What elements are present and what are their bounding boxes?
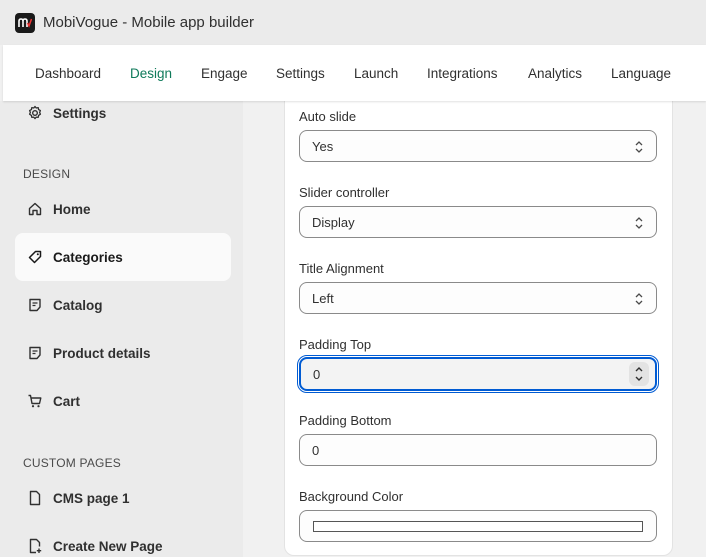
sidebar: Settings DESIGN Home Categories Catalog … xyxy=(0,101,243,557)
sidebar-item-label: Cart xyxy=(53,393,81,409)
padding-top-label: Padding Top xyxy=(299,337,372,352)
note-icon xyxy=(27,297,43,313)
tab-language[interactable]: Language xyxy=(611,66,671,81)
auto-slide-select[interactable]: Yes xyxy=(299,130,657,162)
slider-controller-select[interactable]: Display xyxy=(299,206,657,238)
tag-icon xyxy=(27,249,43,265)
auto-slide-label: Auto slide xyxy=(299,109,357,124)
gear-icon xyxy=(27,105,43,121)
section-custom-pages-heading: CUSTOM PAGES xyxy=(23,456,121,470)
section-design-heading: DESIGN xyxy=(23,167,71,181)
sidebar-item-label: Categories xyxy=(53,249,123,265)
auto-slide-value: Yes xyxy=(312,138,334,154)
sidebar-item-product-details[interactable]: Product details xyxy=(15,329,231,377)
select-chevron-icon xyxy=(634,291,644,307)
tab-engage[interactable]: Engage xyxy=(201,66,248,81)
padding-top-value: 0 xyxy=(313,366,321,382)
sidebar-item-cart[interactable]: Cart xyxy=(15,377,231,425)
title-bar: MobiVogue - Mobile app builder xyxy=(0,0,706,45)
sidebar-item-label: Product details xyxy=(53,345,151,361)
padding-bottom-input[interactable]: 0 xyxy=(299,434,657,466)
select-chevron-icon xyxy=(634,139,644,155)
sidebar-item-categories[interactable]: Categories xyxy=(15,233,231,281)
chevron-up-icon xyxy=(635,367,643,372)
title-alignment-value: Left xyxy=(312,290,334,306)
color-swatch xyxy=(313,521,643,532)
tab-dashboard[interactable]: Dashboard xyxy=(35,66,101,81)
padding-bottom-value: 0 xyxy=(312,442,320,458)
title-alignment-select[interactable]: Left xyxy=(299,282,657,314)
sidebar-item-label: Home xyxy=(53,201,91,217)
sidebar-item-cms-page-1[interactable]: CMS page 1 xyxy=(15,474,231,522)
sidebar-item-label: Create New Page xyxy=(53,538,163,554)
sidebar-item-create-new-page[interactable]: Create New Page xyxy=(15,522,231,557)
tab-analytics[interactable]: Analytics xyxy=(528,66,582,81)
cart-icon xyxy=(27,393,43,409)
sidebar-item-label: Settings xyxy=(53,105,107,121)
slider-controller-label: Slider controller xyxy=(299,185,390,200)
sidebar-item-catalog[interactable]: Catalog xyxy=(15,281,231,329)
sidebar-item-label: CMS page 1 xyxy=(53,490,130,506)
background-color-label: Background Color xyxy=(299,489,404,504)
note-icon xyxy=(27,345,43,361)
home-icon xyxy=(27,201,43,217)
sidebar-item-label: Catalog xyxy=(53,297,103,313)
file-plus-icon xyxy=(27,538,43,554)
app-title: MobiVogue - Mobile app builder xyxy=(43,14,254,31)
slider-controller-value: Display xyxy=(312,214,355,230)
title-alignment-label: Title Alignment xyxy=(299,261,384,276)
number-stepper[interactable] xyxy=(629,362,649,386)
chevron-down-icon xyxy=(635,376,643,381)
sidebar-item-home[interactable]: Home xyxy=(15,185,231,233)
tab-launch[interactable]: Launch xyxy=(354,66,398,81)
select-chevron-icon xyxy=(634,215,644,231)
tab-integrations[interactable]: Integrations xyxy=(427,66,498,81)
tab-design[interactable]: Design xyxy=(130,66,172,81)
tab-settings[interactable]: Settings xyxy=(276,66,325,81)
file-icon xyxy=(27,490,43,506)
top-nav: Dashboard Design Engage Settings Launch … xyxy=(3,45,706,101)
app-logo-icon xyxy=(15,12,35,33)
background-color-picker[interactable] xyxy=(299,510,657,542)
padding-bottom-label: Padding Bottom xyxy=(299,413,392,428)
padding-top-input[interactable]: 0 xyxy=(297,355,659,393)
